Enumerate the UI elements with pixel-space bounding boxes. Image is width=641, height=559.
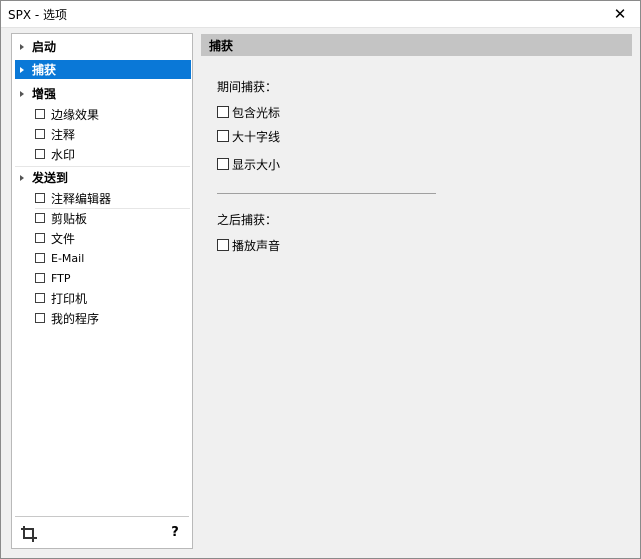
checkbox-icon <box>35 149 45 159</box>
nav-separator <box>15 166 190 167</box>
nav-item-label: 边缘效果 <box>51 107 100 122</box>
play-sound-checkbox[interactable]: 播放声音 <box>217 236 280 254</box>
nav-item-ftp[interactable]: FTP <box>35 269 189 287</box>
nav-item-label: 文件 <box>51 231 76 246</box>
nav-category-label: 发送到 <box>32 171 69 185</box>
close-button[interactable]: ✕ <box>600 1 640 27</box>
nav-item-label: 我的程序 <box>51 311 100 326</box>
nav-item-label: E-Mail <box>51 251 85 265</box>
nav-item-label: 打印机 <box>51 291 88 306</box>
nav-item-email[interactable]: E-Mail <box>35 249 189 267</box>
checkbox-icon <box>35 253 45 263</box>
after-capture-label: 之后捕获： <box>217 213 278 227</box>
checkbox-icon <box>35 233 45 243</box>
checkbox-icon <box>35 109 45 119</box>
expand-arrow-icon <box>20 90 24 97</box>
options-window: SPX - 选项 ✕ 启动 捕获 增强 边缘效果 注释 水印 发送到 注释编辑器… <box>0 0 641 559</box>
checkbox-icon <box>35 193 45 203</box>
expand-arrow-icon <box>20 66 24 73</box>
window-title: SPX - 选项 <box>8 8 68 22</box>
nav-item-label: 水印 <box>51 147 76 162</box>
option-label: 包含光标 <box>232 105 281 120</box>
nav-item-file[interactable]: 文件 <box>35 229 189 247</box>
nav-item-my-program[interactable]: 我的程序 <box>35 309 189 327</box>
nav-category-startup[interactable]: 启动 <box>15 37 191 56</box>
checkbox-icon <box>35 273 45 283</box>
before-capture-label: 期间捕获： <box>217 80 278 94</box>
expand-arrow-icon <box>20 43 24 50</box>
nav-footer-separator <box>15 516 189 517</box>
help-button[interactable]: ? <box>168 525 182 543</box>
checkbox-icon <box>35 129 45 139</box>
checkbox-icon <box>217 106 229 118</box>
nav-item-printer[interactable]: 打印机 <box>35 289 189 307</box>
options-navigation: 启动 捕获 增强 边缘效果 注释 水印 发送到 注释编辑器 剪贴板 文件 E-M… <box>11 33 193 549</box>
crosshair-checkbox[interactable]: 大十字线 <box>217 127 280 145</box>
nav-item-watermark[interactable]: 水印 <box>35 145 189 163</box>
checkbox-icon <box>217 158 229 170</box>
checkbox-icon <box>217 130 229 142</box>
nav-category-send-to[interactable]: 发送到 <box>15 168 191 187</box>
section-divider <box>217 193 436 194</box>
checkbox-icon <box>217 239 229 251</box>
nav-item-label: 剪贴板 <box>51 211 88 226</box>
option-label: 显示大小 <box>232 157 281 172</box>
checkbox-icon <box>35 313 45 323</box>
checkbox-icon <box>35 293 45 303</box>
nav-item-label: 注释编辑器 <box>51 191 112 206</box>
nav-item-edge-effect[interactable]: 边缘效果 <box>35 105 189 123</box>
section-header: 捕获 <box>201 34 632 56</box>
nav-item-label: FTP <box>51 271 71 285</box>
nav-item-annotation[interactable]: 注释 <box>35 125 189 143</box>
nav-category-label: 增强 <box>32 87 57 101</box>
nav-item-annotation-editor[interactable]: 注释编辑器 <box>35 189 189 207</box>
nav-category-enhance[interactable]: 增强 <box>15 84 191 103</box>
include-cursor-checkbox[interactable]: 包含光标 <box>217 103 280 121</box>
checkbox-icon <box>35 213 45 223</box>
expand-arrow-icon <box>20 174 24 181</box>
option-label: 大十字线 <box>232 129 281 144</box>
nav-category-capture[interactable]: 捕获 <box>15 60 191 79</box>
section-title: 捕获 <box>209 38 234 53</box>
title-bar[interactable]: SPX - 选项 ✕ <box>1 1 640 28</box>
close-icon: ✕ <box>613 5 627 23</box>
option-label: 播放声音 <box>232 238 281 253</box>
nav-item-label: 注释 <box>51 127 76 142</box>
capture-settings-panel: 捕获 期间捕获： 包含光标 大十字线 显示大小 之后捕获： 播放声音 <box>201 34 632 547</box>
nav-category-label: 捕获 <box>32 63 57 77</box>
nav-item-clipboard[interactable]: 剪贴板 <box>35 209 189 227</box>
nav-category-label: 启动 <box>32 40 57 54</box>
show-size-checkbox[interactable]: 显示大小 <box>217 155 280 173</box>
crop-icon[interactable] <box>20 525 38 543</box>
